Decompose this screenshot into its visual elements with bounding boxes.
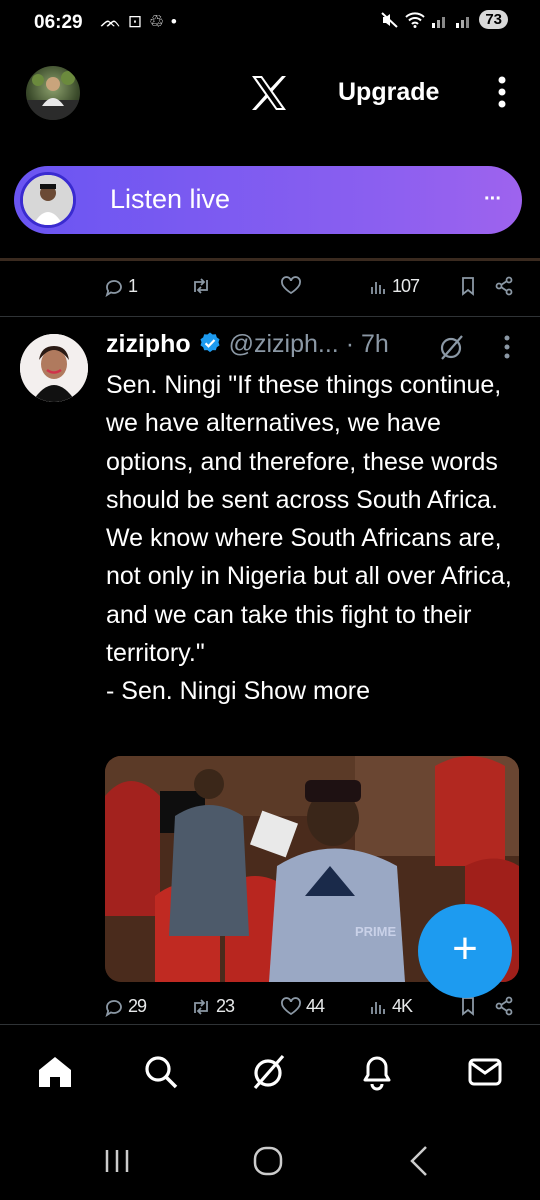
compose-post-button[interactable]: + [418,904,512,998]
bookmark-icon [462,997,474,1016]
repost-button[interactable]: 23 [190,996,235,1017]
home-circle-icon[interactable] [252,1145,284,1177]
like-count: 44 [306,996,325,1016]
upgrade-button[interactable]: Upgrade [338,78,439,107]
notifications-icon[interactable] [358,1053,396,1091]
tweet-time: 7h [361,330,389,358]
like-button[interactable] [280,276,302,296]
author-avatar-image [20,334,88,402]
reply-icon [105,279,122,297]
views-count: 107 [392,276,420,296]
separator-dot: · [345,330,361,358]
listen-live-label: Listen live [110,184,231,214]
status-right: 73 [381,10,508,29]
views-icon [371,281,385,294]
previous-media-edge [0,258,540,261]
bookmark-button[interactable] [460,996,476,1016]
bookmark-button[interactable] [460,276,476,296]
battery-indicator: 73 [479,10,508,29]
views-icon [371,1001,385,1014]
like-button[interactable]: 44 [280,996,325,1017]
author-handle[interactable]: @ziziph... [229,330,339,358]
signal-icon-2 [456,16,470,28]
views-button[interactable]: 4K [370,996,413,1017]
views-button[interactable]: 107 [370,276,420,297]
more-horizontal-icon[interactable]: ··· [484,188,502,211]
views-count: 4K [392,996,413,1016]
listen-live-banner[interactable]: Listen live ··· [14,166,522,234]
mute-icon [381,11,398,28]
more-vertical-icon[interactable] [496,74,508,110]
previous-tweet-actions: 1 107 [104,276,524,306]
divider [0,316,540,317]
host-avatar-image [23,175,73,225]
heart-icon [281,996,301,1015]
messages-icon[interactable] [466,1053,504,1091]
recent-apps-icon[interactable] [102,1146,132,1176]
notification-icons: ᨏ ⊡ ♲ • [100,12,178,31]
reply-icon [105,999,122,1017]
tweet-body: Sen. Ningi "If these things continue, we… [106,371,512,706]
reply-count: 1 [128,276,138,296]
media-watermark: PRIME [355,924,397,939]
tweet-header: zizipho @ziziph... · 7h [106,330,389,359]
avatar-image [26,71,80,120]
repost-button[interactable] [190,276,212,296]
tweet-author-avatar[interactable] [20,334,88,402]
bookmark-icon [462,277,474,296]
tweet-actions: 29 23 44 4K [104,996,524,1026]
back-icon[interactable] [404,1144,434,1178]
status-time: 06:29 [34,12,83,33]
repost-icon [194,278,208,294]
repost-icon [194,998,208,1015]
system-navigation-bar [0,1120,540,1200]
author-display-name[interactable]: zizipho [106,330,191,358]
grok-nav-icon[interactable] [250,1053,288,1091]
share-button[interactable] [494,276,514,296]
share-icon [495,276,513,296]
reply-count: 29 [128,996,147,1016]
reply-button[interactable]: 1 [104,276,138,297]
grok-icon[interactable] [438,333,466,361]
share-icon [495,996,513,1016]
profile-avatar[interactable] [26,66,80,120]
tweet-more-icon[interactable] [503,334,511,360]
repost-count: 23 [216,996,235,1016]
show-more-link[interactable]: Show more [244,677,370,705]
reply-button[interactable]: 29 [104,996,147,1017]
host-avatar [20,172,76,228]
wifi-icon [405,11,426,28]
verified-badge-icon [200,332,220,353]
signal-icon [432,16,446,28]
heart-icon [281,276,301,295]
search-icon[interactable] [142,1053,180,1091]
tweet-text: Sen. Ningi "If these things continue, we… [106,366,526,711]
bottom-navigation [0,1024,540,1125]
status-bar: 06:29 ᨏ ⊡ ♲ • 73 [0,0,540,48]
share-button[interactable] [494,996,514,1016]
home-icon[interactable] [36,1053,74,1091]
x-logo-icon[interactable] [249,73,289,113]
